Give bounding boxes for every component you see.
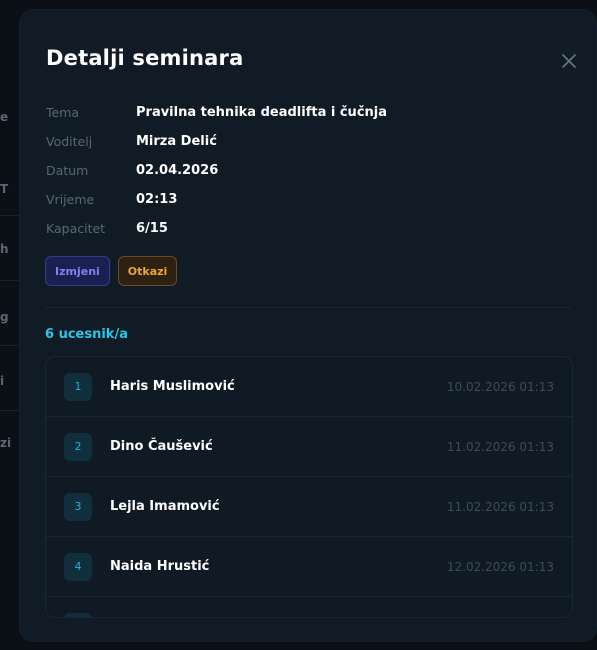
detail-value: 6/15 — [136, 221, 168, 236]
participant-name: Haris Muslimović — [110, 379, 235, 394]
participants-list[interactable]: 1 Haris Muslimović 10.02.2026 01:13 2 Di… — [45, 356, 573, 618]
participant-registration-date: 11.02.2026 01:13 — [446, 439, 554, 454]
detail-value: Pravilna tehnika deadlifta i čučnja — [136, 105, 388, 120]
edit-button[interactable]: Izmjeni — [45, 256, 110, 286]
section-divider — [45, 307, 571, 308]
modal-actions: Izmjeni Otkazi — [45, 256, 178, 286]
detail-row-topic: Tema Pravilna tehnika deadlifta i čučnja — [46, 98, 387, 127]
participant-number: 5 — [64, 612, 92, 617]
participant-number: 2 — [64, 432, 92, 461]
detail-label: Vrijeme — [46, 192, 95, 207]
bg-text-fragment: e — [0, 110, 9, 124]
bg-text-fragment: T — [0, 182, 9, 196]
detail-value: 02.04.2026 — [136, 163, 219, 178]
close-icon — [562, 54, 576, 68]
bg-text-fragment: h — [0, 242, 9, 256]
participant-row[interactable]: 1 Haris Muslimović 10.02.2026 01:13 — [46, 357, 572, 417]
bg-divider — [0, 410, 20, 411]
detail-row-instructor: Voditelj Mirza Delić — [46, 127, 387, 156]
detail-value: 02:13 — [136, 192, 178, 207]
participant-number: 4 — [64, 552, 92, 581]
bg-divider — [0, 280, 20, 281]
participant-registration-date: 10.02.2026 01:13 — [446, 379, 554, 394]
participant-number: 3 — [64, 492, 92, 521]
bg-text-fragment: zi — [0, 436, 12, 450]
detail-label: Tema — [46, 105, 80, 120]
participants-count: 6 ucesnik/a — [45, 327, 128, 342]
detail-label: Voditelj — [46, 134, 93, 149]
participant-number: 1 — [64, 372, 92, 401]
participant-name: Dino Čaušević — [110, 439, 213, 454]
bg-divider — [0, 345, 20, 346]
detail-row-date: Datum 02.04.2026 — [46, 156, 387, 185]
detail-row-time: Vrijeme 02:13 — [46, 185, 387, 214]
bg-text-fragment: g — [0, 310, 9, 324]
participant-row[interactable]: 5 — [46, 597, 572, 617]
detail-label: Datum — [46, 163, 89, 178]
detail-row-capacity: Kapacitet 6/15 — [46, 214, 387, 243]
participant-row[interactable]: 3 Lejla Imamović 11.02.2026 01:13 — [46, 477, 572, 537]
bg-divider — [0, 215, 20, 216]
participant-registration-date: 12.02.2026 01:13 — [446, 559, 554, 574]
participant-name: Lejla Imamović — [110, 499, 220, 514]
participant-row[interactable]: 4 Naida Hrustić 12.02.2026 01:13 — [46, 537, 572, 597]
detail-label: Kapacitet — [46, 221, 106, 236]
bg-text-fragment: i — [0, 374, 5, 388]
participant-registration-date: 11.02.2026 01:13 — [446, 499, 554, 514]
participant-name: Naida Hrustić — [110, 559, 210, 574]
participant-row[interactable]: 2 Dino Čaušević 11.02.2026 01:13 — [46, 417, 572, 477]
cancel-seminar-button[interactable]: Otkazi — [117, 256, 178, 286]
seminar-details-modal: Detalji seminara Tema Pravilna tehnika d… — [20, 10, 596, 641]
close-button[interactable] — [558, 50, 580, 72]
detail-value: Mirza Delić — [136, 134, 217, 149]
seminar-details: Tema Pravilna tehnika deadlifta i čučnja… — [46, 98, 387, 243]
modal-title: Detalji seminara — [46, 46, 244, 70]
